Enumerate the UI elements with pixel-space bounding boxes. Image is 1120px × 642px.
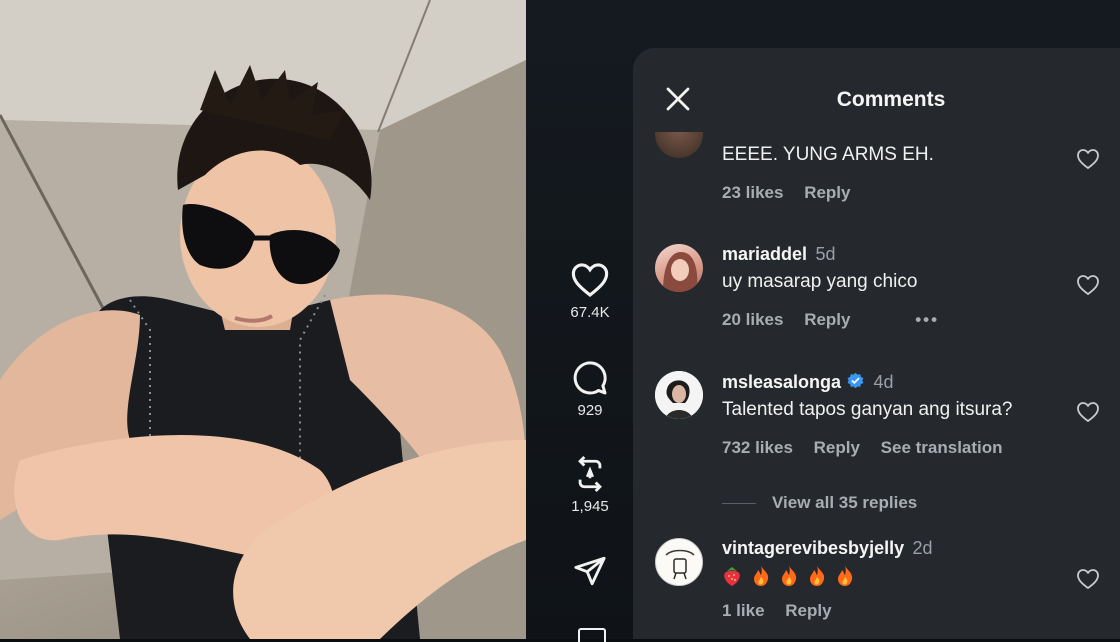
- verified-badge-icon: [847, 372, 864, 389]
- send-icon[interactable]: [572, 554, 608, 588]
- comment-count: 929: [577, 402, 603, 419]
- more-action-icon[interactable]: [578, 628, 606, 642]
- comment-meta: 732 likes Reply See translation: [722, 438, 1076, 458]
- view-replies-button[interactable]: View all 35 replies: [722, 493, 917, 513]
- comment-username[interactable]: msleasalonga: [722, 372, 841, 392]
- repost-count: 1,945: [571, 498, 609, 515]
- comment-username[interactable]: vintagerevibesbyjelly: [722, 538, 904, 558]
- avatar[interactable]: [655, 371, 703, 419]
- like-count-text[interactable]: 732 likes: [722, 438, 793, 457]
- avatar[interactable]: [655, 538, 703, 586]
- like-action[interactable]: 67.4K: [556, 262, 624, 321]
- reply-button[interactable]: Reply: [804, 310, 850, 329]
- comments-panel: EEEE. YUNG ARMS EH. 23 likes Reply maria…: [633, 48, 1120, 639]
- strawberry-icon: [724, 567, 740, 586]
- comment-time: 5d: [815, 244, 836, 264]
- panel-title: Comments: [836, 88, 946, 111]
- reply-button[interactable]: Reply: [785, 601, 831, 620]
- like-count-text[interactable]: 1 like: [722, 601, 765, 620]
- repost-icon[interactable]: [573, 456, 607, 492]
- comment-text: Talented tapos ganyan ang itsura?: [722, 399, 1013, 420]
- comment-username[interactable]: mariaddel: [722, 244, 807, 264]
- comment-body: EEEE. YUNG ARMS EH. 23 likes Reply: [722, 144, 1076, 203]
- comment-meta: 20 likes Reply •••: [722, 310, 1076, 330]
- comment-action[interactable]: 929: [556, 360, 624, 419]
- comment-body: vintagerevibesbyjelly 2d 1 like Reply: [722, 538, 1076, 621]
- comment-time: 2d: [912, 538, 933, 558]
- avatar-image: [655, 371, 703, 419]
- comment-meta: 1 like Reply: [722, 601, 1076, 621]
- fire-icon: [838, 566, 853, 586]
- reply-button[interactable]: Reply: [814, 438, 860, 457]
- view-replies-label: View all 35 replies: [772, 493, 918, 512]
- fire-icon: [810, 566, 825, 586]
- fire-icon: [754, 566, 769, 586]
- comment-body: msleasalonga 4d Talented tapos ganyan an…: [722, 371, 1076, 458]
- comment-body: mariaddel 5d uy masarap yang chico 20 li…: [722, 244, 1076, 330]
- fire-icon: [782, 566, 797, 586]
- avatar-image: [663, 252, 698, 292]
- video-player[interactable]: [0, 0, 526, 639]
- comment-bubble-icon[interactable]: [572, 360, 608, 396]
- comment-text: uy masarap yang chico: [722, 271, 918, 292]
- heart-icon[interactable]: [1076, 401, 1100, 423]
- like-count: 67.4K: [570, 304, 610, 321]
- avatar-image: [658, 541, 702, 585]
- heart-icon[interactable]: [1076, 568, 1100, 590]
- repost-action[interactable]: 1,945: [556, 456, 624, 515]
- comment-text: [722, 565, 1076, 587]
- comment-time: 4d: [873, 372, 894, 392]
- like-count-text[interactable]: 23 likes: [722, 183, 783, 202]
- avatar[interactable]: [655, 244, 703, 292]
- action-rail: 67.4K 929 1,945: [556, 0, 624, 642]
- comments-header: Comments: [633, 48, 1120, 132]
- more-options-icon[interactable]: •••: [915, 310, 939, 329]
- heart-icon[interactable]: [1076, 148, 1100, 170]
- share-action[interactable]: [556, 554, 624, 588]
- heart-icon[interactable]: [1076, 274, 1100, 296]
- reply-button[interactable]: Reply: [804, 183, 850, 202]
- comment-text: EEEE. YUNG ARMS EH.: [722, 144, 934, 165]
- like-count-text[interactable]: 20 likes: [722, 310, 783, 329]
- heart-icon[interactable]: [571, 262, 609, 298]
- see-translation-link[interactable]: See translation: [881, 438, 1003, 457]
- comment-meta: 23 likes Reply: [722, 183, 1076, 203]
- video-frame: [0, 0, 526, 639]
- replies-divider: [722, 503, 756, 505]
